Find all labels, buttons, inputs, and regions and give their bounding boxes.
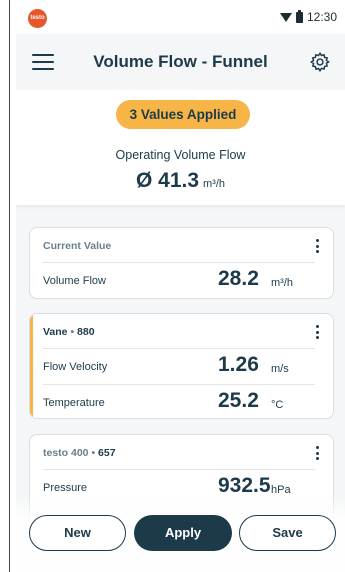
measurement-value: 28.2 (218, 267, 259, 290)
more-vert-icon[interactable] (311, 444, 323, 462)
measurement-label: Temperature (43, 397, 105, 409)
more-vert-icon[interactable] (311, 237, 323, 255)
current-value-card: Current Value Volume Flow 28.2 m³/h (29, 227, 334, 299)
operating-volume-flow: Ø 41.3 m³/h (16, 169, 345, 193)
menu-icon[interactable] (32, 54, 54, 70)
app-screen: testo 12:30 Volume Flow - Funnel 3 Value… (16, 0, 345, 572)
card-title: Current Value (43, 240, 112, 252)
operating-volume-flow-unit: m³/h (203, 178, 226, 190)
measurement-label: Flow Velocity (43, 361, 108, 373)
operating-volume-flow-label: Operating Volume Flow (115, 148, 246, 162)
title-separator: • (67, 326, 78, 338)
measurement-unit: °C (271, 399, 284, 411)
vane-probe-card: Vane • 880 Flow Velocity 1.26 m/s Temper… (29, 313, 334, 419)
card-title: testo 400 • 657 (43, 447, 116, 459)
gear-icon[interactable] (309, 51, 331, 73)
measurement-unit: m³/h (271, 277, 293, 289)
summary-panel: 3 Values Applied Operating Volume Flow Ø… (16, 90, 345, 205)
measurement-label: Pressure (43, 482, 88, 494)
new-button[interactable]: New (29, 515, 126, 551)
left-divider (9, 0, 10, 572)
measurement-row: Temperature 25.2 °C (43, 384, 315, 418)
measurement-value: 1.26 (218, 353, 259, 376)
wifi-icon (279, 12, 292, 22)
measurement-row: Flow Velocity 1.26 m/s (43, 348, 315, 384)
measurement-value: 25.2 (218, 389, 259, 412)
title-separator: • (88, 447, 99, 459)
device-name: testo 400 (43, 447, 89, 459)
more-vert-icon[interactable] (311, 323, 323, 341)
page-title: Volume Flow - Funnel (93, 52, 268, 71)
measurement-label: Volume Flow (43, 275, 106, 287)
probe-name: Vane (43, 326, 68, 338)
testo-logo: testo (28, 9, 47, 28)
operating-volume-flow-value: Ø 41.3 (135, 169, 200, 192)
device-id: 657 (98, 447, 116, 459)
clock: 12:30 (306, 10, 337, 24)
battery-icon (295, 9, 303, 23)
save-button[interactable]: Save (239, 515, 336, 551)
measurement-row: Volume Flow 28.2 m³/h (43, 262, 315, 298)
probe-id: 880 (77, 326, 95, 338)
measurement-unit: m/s (271, 363, 289, 375)
measurement-value: 932.5 (218, 474, 271, 497)
values-applied-badge: 3 Values Applied (116, 100, 250, 129)
apply-button[interactable]: Apply (134, 515, 232, 551)
status-bar: testo 12:30 (16, 0, 345, 34)
measurement-unit: hPa (271, 484, 291, 496)
card-title: Vane • 880 (43, 326, 95, 338)
status-icons: 12:30 (279, 9, 337, 24)
app-header: Volume Flow - Funnel (16, 34, 345, 90)
